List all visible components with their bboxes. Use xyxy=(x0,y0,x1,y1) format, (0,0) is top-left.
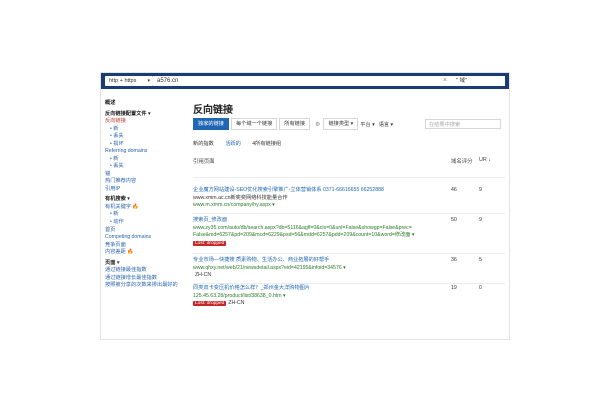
language-tag: ZH-CN xyxy=(195,272,212,279)
row-url-link[interactable]: www.zy35.com/auto/db/search.aspx?db=5116… xyxy=(193,225,443,240)
sidebar-item-best-by-links[interactable]: 通过链接最佳指数 xyxy=(101,267,187,275)
dropdown-label: 语言 xyxy=(378,121,390,128)
page-title: 反向链接 xyxy=(193,105,233,116)
lost-badge: Lost: dropped xyxy=(193,240,227,246)
gear-icon[interactable]: ⚙ xyxy=(315,121,320,128)
filter-bar: 独家的链接 每个域一个链接 所有链接 ⚙ 链接类型 ▾ 平台 ▾ 语言 ▾ xyxy=(193,118,397,130)
table-row: 专业市场—快捷搜 质素购物、生活办公、商业拓展的好帮手 www.qhxy.net… xyxy=(193,257,505,280)
table-row: 搜索页_修改面 www.zy35.com/auto/db/search.aspx… xyxy=(193,217,505,248)
subitem-label: 新 xyxy=(113,125,119,132)
language-tag: ZH-CN xyxy=(228,300,245,307)
subitem-label: 损坏 xyxy=(113,140,124,147)
sidebar-subitem-movements[interactable]: • 动作 xyxy=(101,219,187,227)
subitem-label: 新 xyxy=(113,155,119,162)
close-icon[interactable]: × xyxy=(443,76,447,86)
sidebar-section-organic-search: 有机搜索 ▾ xyxy=(105,196,130,203)
sidebar-item-top-content[interactable]: 热门推荐内容 xyxy=(101,178,187,186)
row-url-link[interactable]: www.qhxy.net/web/21/newsdetail.aspx?eid=… xyxy=(193,265,505,273)
sidebar: 概述 反向链接配置文件 ▾ 反向链接 • 新 • 丢失 • 损坏 Referri… xyxy=(101,97,187,290)
row-ur: 5 xyxy=(479,257,482,263)
row-title-link[interactable]: 搜索页_修改面 xyxy=(193,217,505,225)
table-row: 同类双卡变压机价格怎么样？_郑州金大洋购物图片 125.45.63.28/pro… xyxy=(193,285,505,308)
link-type-dropdown[interactable]: 链接类型 ▾ xyxy=(323,118,359,130)
divider xyxy=(193,213,505,214)
sidebar-item-competing-pages[interactable]: 竞争页面 xyxy=(101,242,187,250)
section-label: 有机搜索 xyxy=(105,196,126,203)
subitem-label: 动作 xyxy=(113,218,124,225)
divider xyxy=(193,177,505,178)
column-dr[interactable]: 域名评分 xyxy=(451,157,473,165)
mode-select[interactable]: " 域" xyxy=(453,76,505,86)
search-input[interactable]: 在结果中搜索 xyxy=(425,119,501,129)
url-value: a576.cn xyxy=(157,78,179,84)
sidebar-subitem-broken[interactable]: • 损坏 xyxy=(101,141,187,149)
sidebar-item-top-pages[interactable]: 首页 xyxy=(101,227,187,235)
row-dr: 50 xyxy=(451,217,457,223)
row-title-link[interactable]: 专业市场—快捷搜 质素购物、生活办公、商业拓展的好帮手 xyxy=(193,257,505,265)
sidebar-item-best-by-shares[interactable]: 按照被分享的次数来排出最好的 xyxy=(101,282,187,290)
subtab-all-groups[interactable]: 4所有链接组 xyxy=(252,141,281,147)
row-ur: 0 xyxy=(479,285,482,291)
row-dr: 46 xyxy=(451,187,457,193)
column-ur[interactable]: UR ↓ xyxy=(479,157,491,163)
section-label: 反向链接配置文件 xyxy=(105,110,147,117)
row-title-link[interactable]: 同类双卡变压机价格怎么样？_郑州金大洋购物图片 xyxy=(193,285,505,293)
sidebar-item-referring-domains[interactable]: Referring domains xyxy=(101,148,187,156)
tab-all-links[interactable]: 所有链接 xyxy=(279,118,311,130)
chevron-down-icon: ▾ xyxy=(147,78,150,84)
top-toolbar: http + https ▾ a576.cn × " 域" xyxy=(101,73,509,89)
divider xyxy=(193,253,505,254)
mode-label: " 域" xyxy=(456,78,467,84)
dropdown-label: 链接类型 xyxy=(328,121,350,127)
table-row: 企业魔方网站建设-SEO优化搜索引擎推广-立体营销体系 0371-6661665… xyxy=(193,187,505,210)
row-dr: 36 xyxy=(451,257,457,263)
sidebar-subitem-new[interactable]: • 新 xyxy=(101,211,187,219)
language-dropdown[interactable]: 语言 ▾ xyxy=(379,121,393,128)
row-url-link[interactable]: 125.45.63.28/product/list/38638_0.htm ▾ xyxy=(193,293,505,301)
divider xyxy=(193,283,505,284)
sidebar-item-competing-domains[interactable]: Competing domains xyxy=(101,234,187,242)
flame-icon: 🔥 xyxy=(127,249,134,256)
subitem-label: 丢失 xyxy=(113,163,124,170)
sidebar-section-backlink-profile: 反向链接配置文件 ▾ xyxy=(105,110,151,117)
item-label: 有机关键字 xyxy=(105,203,131,210)
row-ur: 9 xyxy=(479,187,482,193)
subitem-label: 新 xyxy=(113,211,119,218)
subtab-active[interactable]: 活跃的 xyxy=(225,141,241,147)
row-dr: 19 xyxy=(451,285,457,291)
row-extra-text: www.xmm.ac.cn新奕奕网络科技能量合作 xyxy=(193,194,288,201)
row-ur: 9 xyxy=(479,217,482,223)
flame-icon: 🔥 xyxy=(132,203,139,210)
tab-one-per-domain[interactable]: 每个域一个链接 xyxy=(230,118,278,130)
protocol-label: http + https xyxy=(109,78,137,84)
subitem-label: 丢失 xyxy=(113,133,124,140)
subtabs: 新的指数 活跃的 4所有链接组 xyxy=(193,140,505,147)
sidebar-item-content-gap[interactable]: 内容差距 🔥 xyxy=(101,249,187,257)
item-label: 内容差距 xyxy=(105,249,126,256)
lost-badge: Lost: dropped xyxy=(193,301,227,307)
url-input[interactable]: a576.cn × xyxy=(153,76,453,86)
column-ref-page[interactable]: 引用页面 xyxy=(193,159,215,165)
subtab-new-index[interactable]: 新的指数 xyxy=(193,141,214,147)
tab-unique-links[interactable]: 独家的链接 xyxy=(193,118,229,130)
sidebar-subitem-new[interactable]: • 新 xyxy=(101,126,187,134)
row-url-link[interactable]: www.m.xmm.cn/company/hy.aspx ▾ xyxy=(193,202,505,210)
dropdown-label: 平台 xyxy=(360,121,371,128)
app-window: http + https ▾ a576.cn × " 域" 概述 反向链接配置文… xyxy=(100,72,510,340)
sidebar-subitem-lost[interactable]: • 丢失 xyxy=(101,133,187,141)
section-label: 页面 xyxy=(105,259,116,266)
sidebar-subitem-lost[interactable]: • 丢失 xyxy=(101,163,187,171)
protocol-select[interactable]: http + https ▾ xyxy=(105,76,153,86)
table-header: 引用页面 域名评分 UR ↓ xyxy=(193,157,505,165)
platform-dropdown[interactable]: 平台 ▾ xyxy=(360,121,374,128)
sidebar-item-backlinks[interactable]: 反向链接 xyxy=(101,118,187,126)
row-title-link[interactable]: 企业魔方网站建设-SEO优化搜索引擎推广-立体营销体系 0371-6661665… xyxy=(193,187,505,195)
sidebar-item-overview[interactable]: 概述 xyxy=(101,100,187,108)
sidebar-item-referring-ip[interactable]: 引用IP xyxy=(101,186,187,194)
